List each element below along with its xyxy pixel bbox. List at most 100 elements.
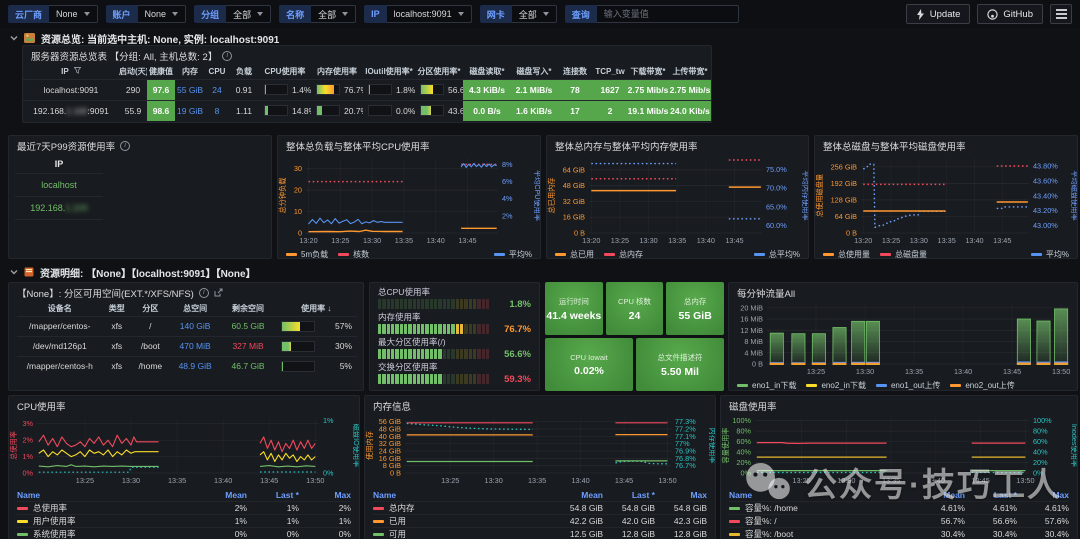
variable-value-dropdown[interactable]: 全部 [311, 5, 357, 23]
column-header[interactable]: 负载 [229, 64, 259, 79]
column-header[interactable]: CPU使用率 [259, 64, 311, 79]
legend-item[interactable]: 总平均% [753, 249, 800, 258]
panel-title-text[interactable]: 磁盘使用率 [729, 399, 777, 413]
info-icon[interactable]: i [120, 140, 131, 151]
legend-col-header[interactable]: Name [373, 490, 551, 500]
ip-cell[interactable]: localhost:9091 [23, 78, 119, 100]
legend-col-header[interactable]: Mean [195, 490, 247, 500]
legend-col-header[interactable]: Max [1017, 490, 1069, 500]
column-header[interactable]: 类型 [103, 301, 132, 316]
variable-value-dropdown[interactable]: None [49, 5, 98, 23]
stat-tile-CPU 核数[interactable]: CPU 核数 24 [605, 282, 664, 335]
info-icon[interactable]: i [198, 287, 209, 298]
variable-value-dropdown[interactable]: localhost:9091 [386, 5, 472, 23]
legend-item[interactable]: 总已用 [555, 249, 594, 258]
panel-title-text[interactable]: 【None】: 分区可用空间(EXT.*/XFS/NFS) [17, 286, 194, 300]
table-cell[interactable]: 24 [205, 78, 229, 100]
legend-col-header[interactable]: Last * [247, 490, 299, 500]
legend-item[interactable]: eno2_in下载 [806, 380, 866, 390]
legend-col-header[interactable]: Max [299, 490, 351, 500]
gauge-label: 内存使用率 [378, 312, 421, 322]
column-header[interactable]: 剩余空间 [221, 301, 276, 316]
column-header[interactable]: 内存使用率 [311, 64, 363, 79]
column-header[interactable]: 上传带宽* [669, 64, 711, 79]
table-cell[interactable]: 55 GiB [175, 78, 205, 100]
filter-icon[interactable] [73, 66, 82, 74]
legend-item[interactable]: 总磁盘量 [880, 249, 927, 258]
legend-col-header[interactable]: Mean [551, 490, 603, 500]
section-row-detail[interactable]: 资源明细: 【None】【localhost:9091】【None】 [10, 265, 256, 280]
column-header[interactable]: TCP_tw [593, 64, 627, 79]
column-header[interactable]: 分区使用率* [415, 64, 463, 79]
panel-title-text[interactable]: 整体总磁盘与整体平均磁盘使用率 [823, 139, 966, 153]
stat-tile-总内存[interactable]: 总内存 55 GiB [666, 282, 724, 335]
column-header[interactable]: 启动(天) [119, 64, 147, 79]
legend-col-header[interactable]: Name [17, 490, 195, 500]
stat-tile-CPU Iowait[interactable]: CPU Iowait 0.02% [545, 338, 633, 391]
legend-series-name[interactable]: 用户使用率 [17, 515, 195, 527]
menu-button[interactable] [1050, 4, 1072, 24]
legend-item[interactable]: eno1_out上传 [875, 380, 940, 390]
ip-cell[interactable]: 192.168.1.100:9091 [23, 99, 119, 121]
section-row-overview[interactable]: 资源总览: 当前选中主机: None, 实例: localhost:9091 [10, 31, 279, 46]
stat-tile-运行时间[interactable]: 运行时间 41.4 weeks [545, 282, 603, 335]
legend-series-name[interactable]: 容量%: /boot [729, 528, 913, 539]
info-icon[interactable]: i [222, 50, 233, 61]
legend-item[interactable]: 5m负载 [286, 249, 328, 258]
legend-item[interactable]: 平均% [1030, 249, 1069, 258]
panel-title-text[interactable]: 内存信息 [373, 399, 411, 413]
update-button[interactable]: Update [905, 4, 971, 24]
legend-series-name[interactable]: 容量%: / [729, 515, 913, 527]
legend-item[interactable]: 总使用量 [823, 249, 870, 258]
legend-series-name[interactable]: 容量%: /home [729, 502, 913, 514]
legend-series-name[interactable]: 可用 [373, 528, 551, 539]
column-header[interactable]: 下载带宽* [627, 64, 669, 79]
variable-value-dropdown[interactable]: 全部 [511, 5, 557, 23]
column-header[interactable]: 磁盘读取* [463, 64, 511, 79]
column-header[interactable]: CPU [205, 64, 229, 79]
column-header[interactable]: 连接数 [557, 64, 593, 79]
panel-title-text[interactable]: 服务器资源总览表 【分组: All, 主机总数: 2】 [31, 49, 217, 63]
p99-host-link[interactable]: localhost [15, 173, 103, 197]
panel-title-text[interactable]: 最近7天P99资源使用率 [17, 139, 115, 153]
legend-series-name[interactable]: 总内存 [373, 502, 551, 514]
legend-item[interactable]: 平均% [493, 249, 532, 258]
column-header[interactable]: IOutil使用率* [363, 64, 415, 79]
panel-title-text[interactable]: CPU使用率 [17, 399, 66, 413]
legend-series-name[interactable]: 总使用率 [17, 502, 195, 514]
p99-host-link[interactable]: 192.168.1.100 [15, 196, 103, 220]
legend-item[interactable]: 核数 [338, 249, 369, 258]
column-header[interactable]: 磁盘写入* [511, 64, 557, 79]
github-button[interactable]: GitHub [977, 4, 1043, 24]
variable-query-input[interactable] [596, 5, 739, 23]
legend-col-header[interactable]: Last * [965, 490, 1017, 500]
column-header[interactable]: IP [23, 64, 119, 79]
panel-title-text[interactable]: 整体总负载与整体平均CPU使用率 [286, 139, 430, 153]
legend-item[interactable]: eno1_in下载 [737, 380, 796, 390]
legend-col-header[interactable]: Mean [913, 490, 965, 500]
legend-series-name[interactable]: 已用 [373, 515, 551, 527]
external-link-icon[interactable] [214, 288, 223, 297]
legend-item[interactable]: 总内存 [604, 249, 643, 258]
column-header[interactable]: 总空间 [170, 301, 221, 316]
legend-col-header[interactable]: Name [729, 490, 913, 500]
legend-col-header[interactable]: Last * [603, 490, 655, 500]
column-header[interactable]: 内存 [175, 64, 205, 79]
legend-series-name[interactable]: 系统使用率 [17, 528, 195, 539]
column-header[interactable]: 使用率 ↓ [276, 301, 357, 316]
panel-title-text[interactable]: 每分钟流量All [737, 286, 795, 300]
p99-column-header[interactable]: IP [15, 155, 103, 174]
variable-value-dropdown[interactable]: None [137, 5, 187, 23]
legend-item[interactable]: eno2_out上传 [950, 380, 1015, 390]
gauge-label: 总CPU使用率 [378, 287, 430, 297]
panel-title-text[interactable]: 整体总内存与整体平均内存使用率 [555, 139, 698, 153]
legend-col-header[interactable]: Max [655, 490, 707, 500]
stat-tile-总文件描述符[interactable]: 总文件描述符 5.50 Mil [636, 338, 724, 391]
column-header[interactable]: 设备名 [17, 301, 103, 316]
column-header[interactable]: 健康值 [147, 64, 175, 79]
variable-value-dropdown[interactable]: 全部 [226, 5, 272, 23]
legend-row: 用户使用率 1% 1% 1% [17, 514, 351, 527]
table-cell[interactable]: 8 [205, 99, 229, 121]
table-cell[interactable]: 19 GiB [175, 99, 205, 121]
column-header[interactable]: 分区 [131, 301, 170, 316]
